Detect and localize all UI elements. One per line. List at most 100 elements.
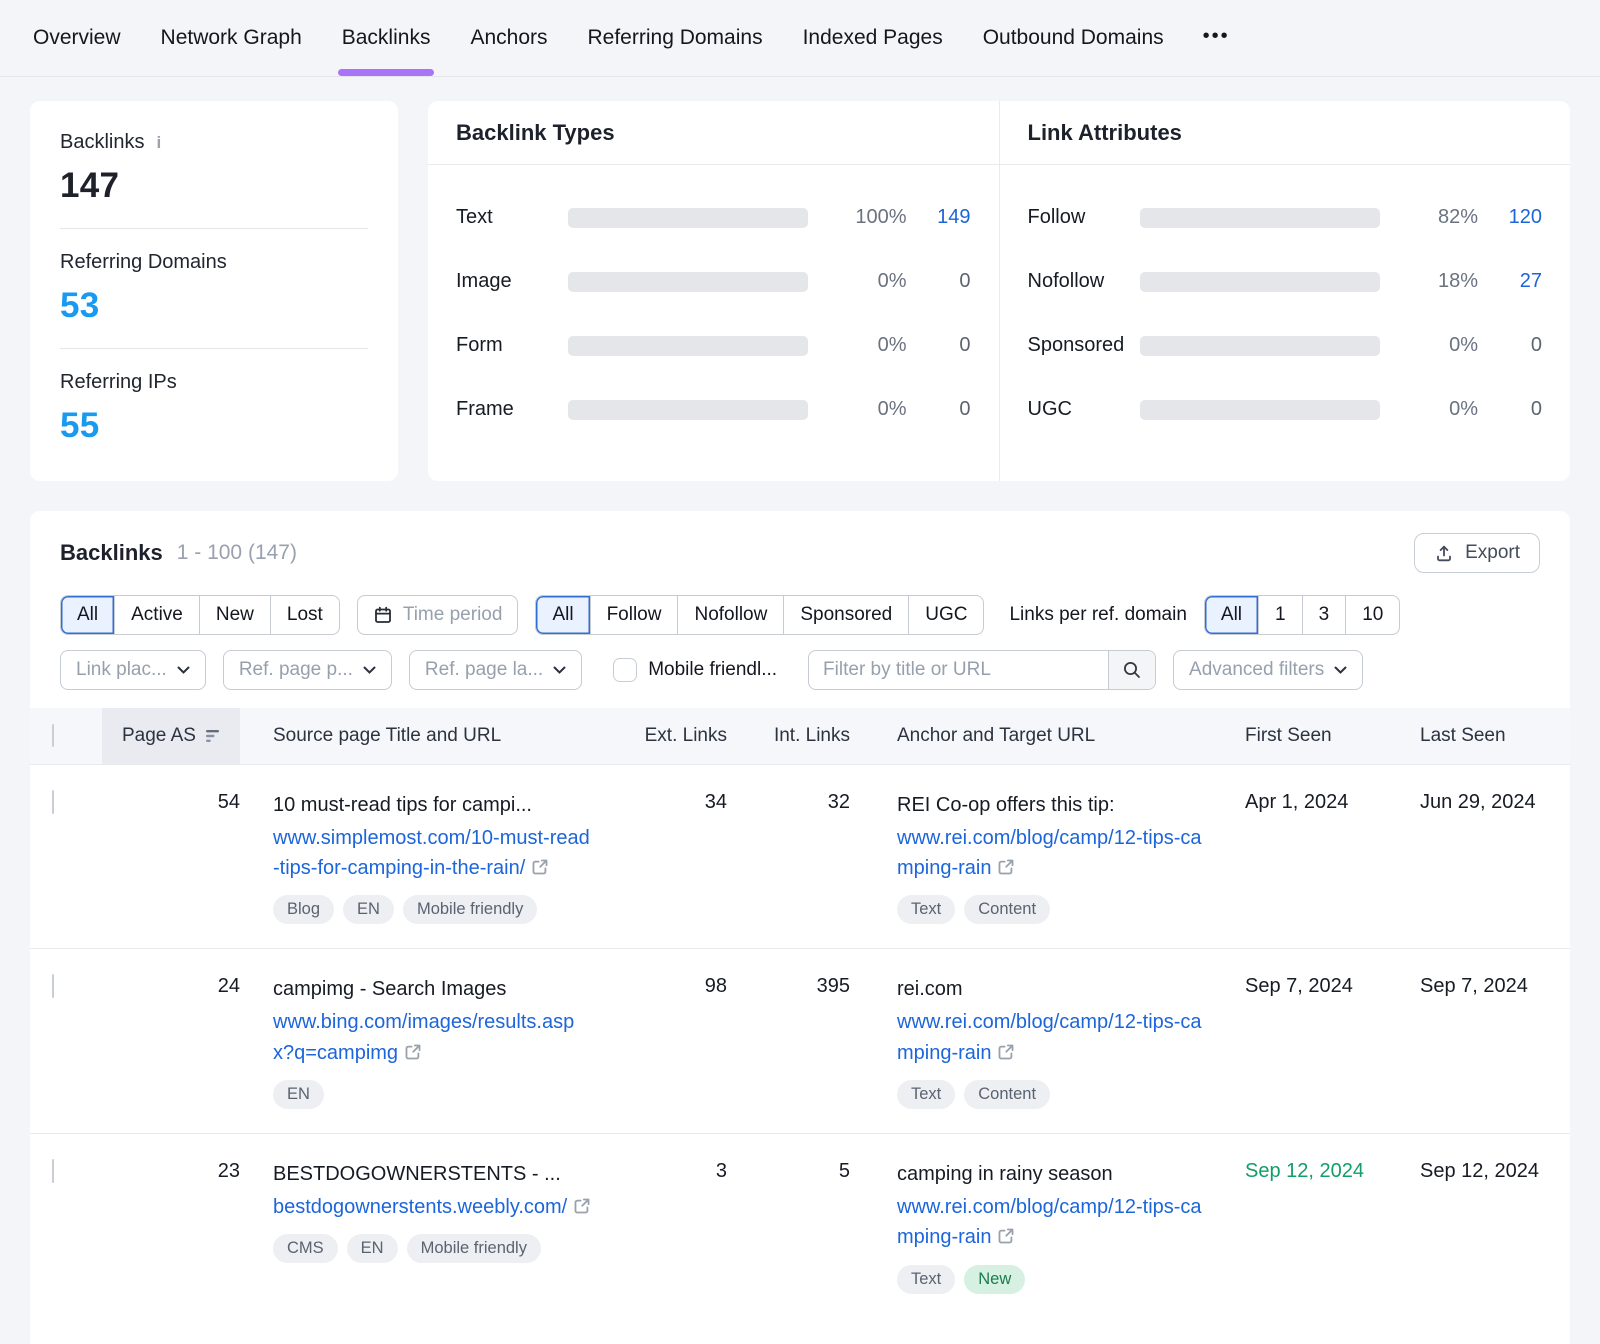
- search-icon: [1122, 660, 1142, 680]
- links-per-domain-all[interactable]: All: [1205, 596, 1258, 634]
- bar-percent: 0%: [808, 334, 907, 357]
- bar-label: Nofollow: [1028, 270, 1140, 293]
- select-all-checkbox[interactable]: [52, 724, 54, 747]
- links-per-domain-3[interactable]: 3: [1302, 596, 1346, 634]
- row-checkbox[interactable]: [52, 974, 54, 998]
- bar-percent: 0%: [1380, 334, 1479, 357]
- advanced-filters-dropdown[interactable]: Advanced filters: [1173, 650, 1363, 690]
- info-icon[interactable]: i: [156, 133, 161, 153]
- status-filter-lost[interactable]: Lost: [270, 596, 339, 634]
- new-badge: New: [964, 1265, 1025, 1294]
- external-link-icon[interactable]: [997, 1227, 1015, 1245]
- attr-filter-sponsored[interactable]: Sponsored: [783, 596, 908, 634]
- column-header-first-seen: First Seen: [1245, 708, 1420, 764]
- tab-overview[interactable]: Overview: [32, 0, 122, 76]
- ref-page-language-dropdown[interactable]: Ref. page la...: [409, 650, 582, 690]
- bar-label: Frame: [456, 398, 568, 421]
- links-per-domain-1[interactable]: 1: [1258, 596, 1302, 634]
- bar-percent: 100%: [808, 206, 907, 229]
- external-link-icon[interactable]: [573, 1197, 591, 1215]
- target-url[interactable]: www.rei.com/blog/camp/12-tips-camping-ra…: [897, 1007, 1205, 1068]
- int-links-value: 395: [735, 949, 850, 1134]
- bar-count-link[interactable]: 120: [1478, 206, 1542, 229]
- ref-page-language-label: Ref. page la...: [425, 659, 543, 681]
- external-link-icon[interactable]: [531, 858, 549, 876]
- calendar-icon: [373, 605, 393, 625]
- bar-track: [568, 400, 808, 420]
- search-button[interactable]: [1108, 651, 1155, 689]
- time-period-button[interactable]: Time period: [357, 595, 519, 635]
- bar-label: Image: [456, 270, 568, 293]
- table-header-row: Page AS Source page Title and URL Ext. L…: [30, 708, 1570, 764]
- attr-filter-all[interactable]: All: [536, 596, 589, 634]
- tab-anchors[interactable]: Anchors: [469, 0, 548, 76]
- bar-label: Sponsored: [1028, 334, 1140, 357]
- status-filter-active[interactable]: Active: [114, 596, 199, 634]
- ref-page-platform-dropdown[interactable]: Ref. page p...: [223, 650, 392, 690]
- bar-track: [568, 336, 808, 356]
- row-checkbox[interactable]: [52, 1159, 54, 1183]
- chevron-down-icon: [177, 666, 190, 674]
- attr-filter-nofollow[interactable]: Nofollow: [677, 596, 783, 634]
- links-per-domain-10[interactable]: 10: [1345, 596, 1399, 634]
- backlinks-metric-label: Backlinks: [60, 131, 144, 154]
- external-link-icon[interactable]: [404, 1043, 422, 1061]
- source-page-url[interactable]: bestdogownerstents.weebly.com/: [273, 1192, 595, 1222]
- bar-count: 0: [1478, 334, 1542, 357]
- row-checkbox[interactable]: [52, 790, 54, 814]
- attr-filter-follow[interactable]: Follow: [590, 596, 678, 634]
- backlinks-table-card: Backlinks 1 - 100 (147) Export All Activ…: [30, 511, 1570, 1344]
- source-page-title: BESTDOGOWNERSTENTS - ...: [273, 1160, 595, 1189]
- tab-network-graph[interactable]: Network Graph: [160, 0, 303, 76]
- external-link-icon[interactable]: [997, 1043, 1015, 1061]
- tab-referring-domains[interactable]: Referring Domains: [587, 0, 764, 76]
- bar-count: 0: [907, 398, 971, 421]
- section-title: Backlinks: [60, 540, 163, 566]
- summary-card: Backlinks i 147 Referring Domains 53 Ref…: [30, 101, 398, 481]
- badge: Content: [964, 895, 1050, 924]
- backlinks-metric: Backlinks i 147: [60, 131, 368, 228]
- bar-row-nofollow: Nofollow 18% 27: [1028, 270, 1543, 293]
- referring-ips-metric-value[interactable]: 55: [60, 406, 368, 446]
- target-url[interactable]: www.rei.com/blog/camp/12-tips-camping-ra…: [897, 823, 1205, 884]
- attr-filter-ugc[interactable]: UGC: [908, 596, 983, 634]
- source-page-url[interactable]: www.simplemost.com/10-must-read-tips-for…: [273, 823, 595, 884]
- export-button[interactable]: Export: [1414, 533, 1540, 573]
- status-filter-all[interactable]: All: [61, 596, 114, 634]
- url-text: bestdogownerstents.weebly.com/: [273, 1196, 567, 1218]
- source-page-title: 10 must-read tips for campi...: [273, 791, 595, 820]
- bar-count-link[interactable]: 27: [1478, 270, 1542, 293]
- ext-links-value: 34: [640, 764, 735, 949]
- status-filter-new[interactable]: New: [199, 596, 270, 634]
- referring-ips-metric-label: Referring IPs: [60, 371, 177, 394]
- title-url-filter-input[interactable]: [809, 651, 1108, 689]
- ext-links-value: 98: [640, 949, 735, 1134]
- source-page-url[interactable]: www.bing.com/images/results.aspx?q=campi…: [273, 1007, 595, 1068]
- attribute-filter-group: All Follow Nofollow Sponsored UGC: [535, 595, 984, 635]
- bar-count: 0: [907, 270, 971, 293]
- column-header-page-as[interactable]: Page AS: [102, 725, 240, 747]
- badge: EN: [343, 895, 394, 924]
- tab-backlinks[interactable]: Backlinks: [341, 0, 432, 76]
- link-attributes-title: Link Attributes: [1000, 101, 1571, 165]
- link-placement-dropdown[interactable]: Link plac...: [60, 650, 206, 690]
- external-link-icon[interactable]: [997, 858, 1015, 876]
- last-seen-date: Jun 29, 2024: [1420, 764, 1570, 949]
- more-tabs-icon[interactable]: •••: [1203, 25, 1230, 52]
- tab-indexed-pages[interactable]: Indexed Pages: [802, 0, 944, 76]
- mobile-friendly-checkbox[interactable]: [613, 658, 637, 682]
- column-header-int-links: Int. Links: [735, 708, 850, 764]
- target-url[interactable]: www.rei.com/blog/camp/12-tips-camping-ra…: [897, 1192, 1205, 1253]
- tab-outbound-domains[interactable]: Outbound Domains: [982, 0, 1165, 76]
- page-as-value: 54: [102, 764, 240, 949]
- ref-page-platform-label: Ref. page p...: [239, 659, 353, 681]
- first-seen-date: Sep 12, 2024: [1245, 1134, 1420, 1318]
- table-row: 54 10 must-read tips for campi... www.si…: [30, 764, 1570, 949]
- bar-track: [1140, 208, 1380, 228]
- bar-track: [568, 272, 808, 292]
- bar-row-image: Image 0% 0: [456, 270, 971, 293]
- bar-count-link[interactable]: 149: [907, 206, 971, 229]
- link-placement-label: Link plac...: [76, 659, 167, 681]
- referring-domains-metric-value[interactable]: 53: [60, 286, 368, 326]
- badge: Blog: [273, 895, 334, 924]
